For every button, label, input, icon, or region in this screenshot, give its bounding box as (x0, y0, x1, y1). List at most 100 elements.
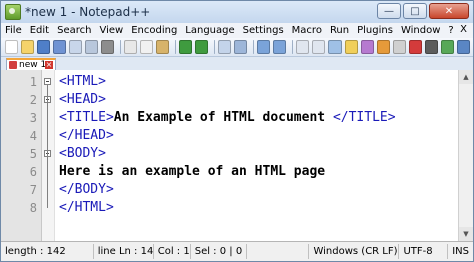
code-line[interactable]: <BODY> (59, 145, 106, 163)
html-tag-token: </HTML> (59, 200, 114, 215)
tab-new-1[interactable]: new 1 × (6, 58, 56, 70)
title-bar: *new 1 - Notepad++ — □ ✕ (1, 1, 473, 23)
replace-icon[interactable] (234, 40, 248, 54)
toolbar-separator (175, 40, 177, 54)
status-mode: INS (452, 246, 469, 257)
save-all-icon[interactable] (53, 40, 67, 54)
menu-item-macro[interactable]: Macro (292, 25, 322, 36)
play-macro-icon[interactable] (440, 40, 454, 54)
code-area[interactable]: <HTML> <HEAD> <TITLE>An Example of HTML do… (55, 70, 473, 241)
code-line[interactable]: <TITLE>An Example of HTML document </TIT… (59, 109, 396, 127)
find-icon[interactable] (218, 40, 232, 54)
sync-horizontal-icon[interactable] (312, 40, 326, 54)
html-tag-token: <HTML> (59, 74, 106, 89)
code-line[interactable]: <HTML> (59, 73, 106, 91)
fold-toggle-icon[interactable] (44, 78, 51, 85)
status-lines: line Ln : 14 (94, 244, 154, 259)
doc-map-icon[interactable] (392, 40, 406, 54)
line-number: 7 (29, 183, 37, 197)
status-encoding: UTF-8 (399, 244, 449, 259)
scroll-up-icon[interactable]: ▲ (459, 70, 473, 84)
undo-icon[interactable] (179, 40, 193, 54)
zoom-in-icon[interactable] (257, 40, 271, 54)
unsaved-icon (9, 61, 17, 69)
toolbar-separator (292, 40, 294, 54)
line-number: 2 (29, 93, 37, 107)
toolbar-separator (214, 40, 216, 54)
code-line[interactable]: </HTML> (59, 199, 114, 217)
toolbar (1, 38, 473, 57)
user-language-icon[interactable] (376, 40, 390, 54)
sync-vertical-icon[interactable] (296, 40, 310, 54)
menu-item-view[interactable]: View (99, 25, 123, 36)
menu-item-help[interactable]: ? (448, 25, 453, 36)
html-tag-token: </TITLE> (332, 110, 396, 125)
menu-item-run[interactable]: Run (330, 25, 349, 36)
status-sel: Sel : 0 | 0 (191, 244, 248, 259)
paste-icon[interactable] (156, 40, 170, 54)
code-line[interactable]: </BODY> (59, 181, 114, 199)
save-icon[interactable] (37, 40, 51, 54)
close-all-icon[interactable] (85, 40, 99, 54)
fold-margin (42, 70, 55, 241)
open-file-icon[interactable] (21, 40, 35, 54)
save-macro-icon[interactable] (456, 40, 470, 54)
status-length: length : 142 (1, 244, 94, 259)
window-title: *new 1 - Notepad++ (25, 5, 151, 19)
menu-item-plugins[interactable]: Plugins (357, 25, 393, 36)
text-token: Here is an example of an HTML page (59, 164, 326, 179)
word-wrap-icon[interactable] (328, 40, 342, 54)
copy-icon[interactable] (140, 40, 154, 54)
print-icon[interactable] (101, 40, 115, 54)
menu-item-edit[interactable]: Edit (30, 25, 49, 36)
window-controls: — □ ✕ (377, 3, 469, 19)
vertical-scrollbar[interactable]: ▲ ▼ (458, 70, 473, 241)
html-tag-token: <TITLE> (59, 110, 114, 125)
tab-bar: new 1 × (1, 57, 473, 71)
status-eol: Windows (CR LF) (309, 244, 400, 259)
minimize-button[interactable]: — (377, 3, 401, 19)
zoom-out-icon[interactable] (273, 40, 287, 54)
line-number: 4 (29, 129, 37, 143)
html-tag-token: <HEAD> (59, 92, 106, 107)
code-line[interactable]: </HEAD> (59, 127, 114, 145)
cut-icon[interactable] (124, 40, 138, 54)
scroll-down-icon[interactable]: ▼ (459, 227, 473, 241)
record-macro-icon[interactable] (408, 40, 422, 54)
menu-item-file[interactable]: File (5, 25, 22, 36)
status-padding (247, 244, 310, 259)
menu-item-search[interactable]: Search (57, 25, 91, 36)
menu-item-encoding[interactable]: Encoding (131, 25, 177, 36)
menu-item-settings[interactable]: Settings (243, 25, 284, 36)
close-button[interactable]: ✕ (429, 3, 469, 19)
close-document-button[interactable]: X (460, 24, 467, 35)
tab-close-icon[interactable]: × (45, 61, 53, 69)
notepad-app-icon (5, 4, 21, 20)
menu-item-language[interactable]: Language (185, 25, 234, 36)
code-line[interactable]: Here is an example of an HTML page (59, 163, 325, 181)
notepad-window: *new 1 - Notepad++ — □ ✕ File Edit Search V… (0, 0, 474, 262)
new-file-icon[interactable] (5, 40, 19, 54)
status-bar: length : 142 line Ln : 14 Col : 1 Sel : … (1, 241, 473, 261)
line-number: 8 (29, 201, 37, 215)
close-file-icon[interactable] (69, 40, 83, 54)
line-number: 1 (29, 75, 37, 89)
menu-item-window[interactable]: Window (401, 25, 440, 36)
html-tag-token: <BODY> (59, 146, 106, 161)
maximize-button[interactable]: □ (403, 3, 427, 19)
tab-label: new 1 (19, 60, 47, 70)
fold-guide-line (47, 103, 48, 136)
editor[interactable]: 1 2 3 4 5 6 7 8 <HTML> <HEAD> <TITLE>An Example o… (1, 70, 473, 241)
line-number: 5 (29, 147, 37, 161)
line-number: 3 (29, 111, 37, 125)
redo-icon[interactable] (195, 40, 209, 54)
menu-bar: File Edit Search View Encoding Language Settin… (1, 23, 473, 38)
code-line[interactable]: <HEAD> (59, 91, 106, 109)
stop-macro-icon[interactable] (424, 40, 438, 54)
toolbar-separator (120, 40, 122, 54)
status-col: Col : 1 (154, 244, 191, 259)
text-token: An Example of HTML document (113, 110, 333, 125)
toolbar-separator (253, 40, 255, 54)
show-all-chars-icon[interactable] (344, 40, 358, 54)
indent-guide-icon[interactable] (360, 40, 374, 54)
